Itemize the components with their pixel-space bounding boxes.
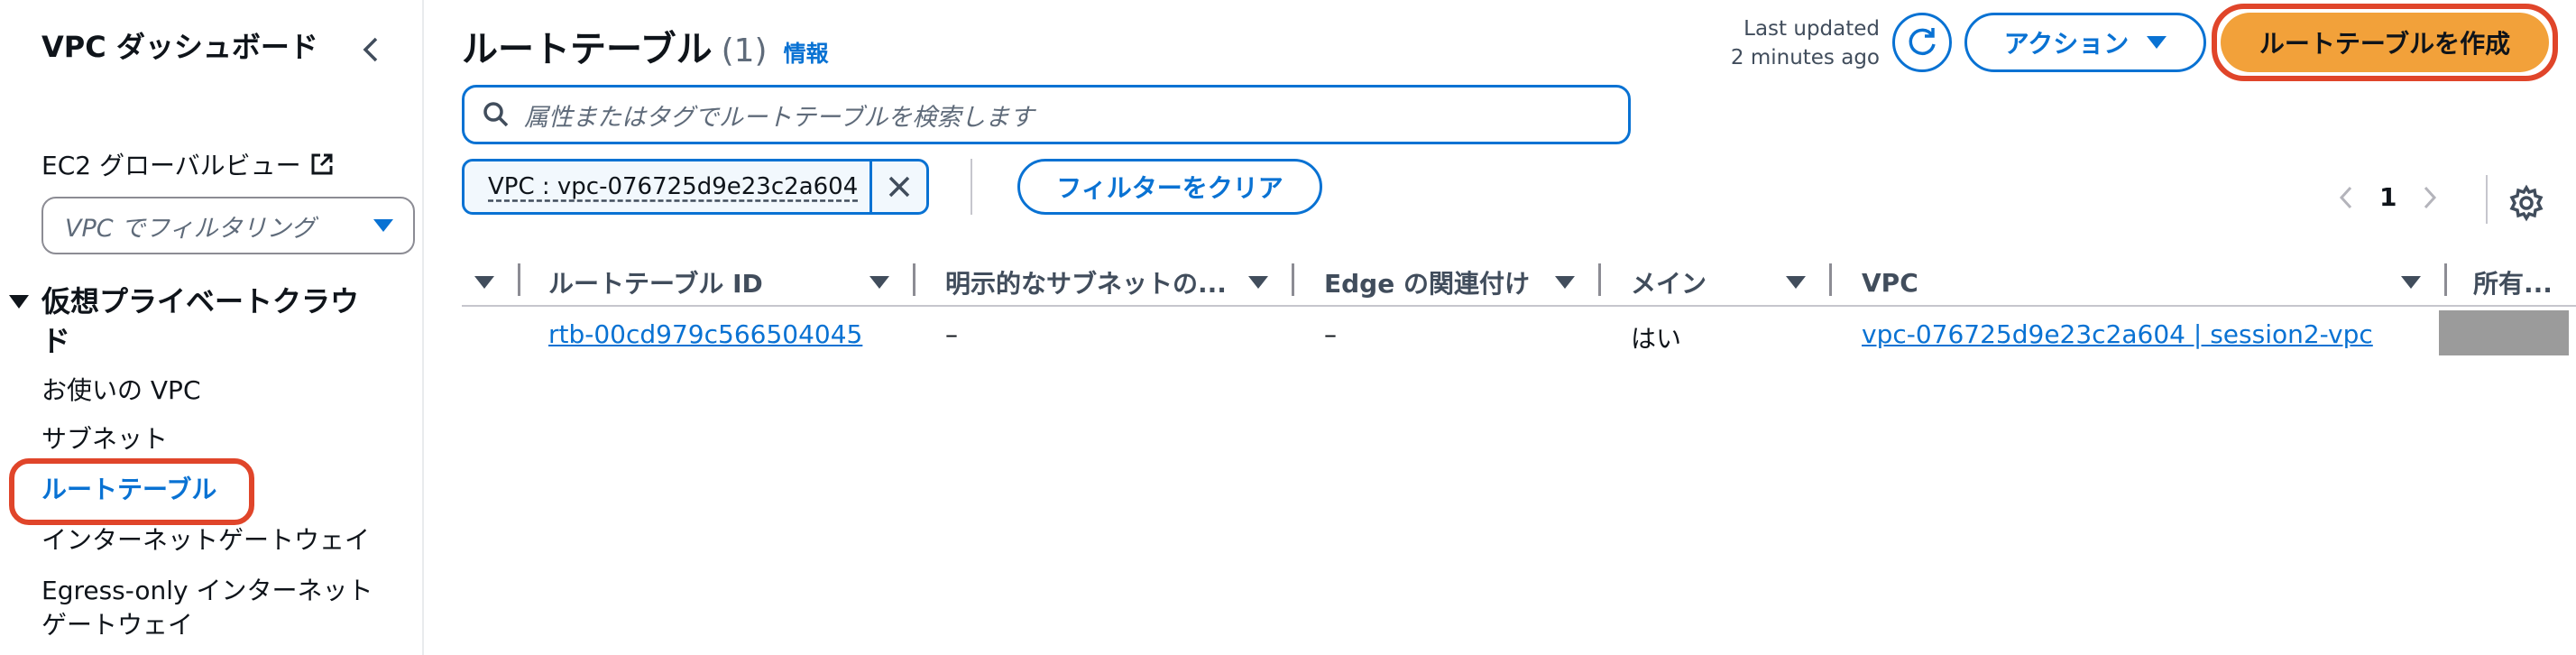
- ec2-global-view-label: EC2 グローバルビュー: [41, 151, 301, 180]
- column-divider: [1829, 263, 1832, 296]
- select-all-caret-icon[interactable]: [474, 276, 494, 289]
- sidebar-item-subnets[interactable]: サブネット: [41, 422, 168, 457]
- page-number[interactable]: 1: [2379, 182, 2397, 212]
- route-table-id-link[interactable]: rtb-00cd979c566504045: [548, 319, 862, 349]
- sidebar-item-internet-gateways[interactable]: インターネットゲートウェイ: [41, 523, 370, 558]
- sidebar-item-your-vpcs[interactable]: お使いの VPC: [41, 374, 201, 408]
- sidebar: VPC ダッシュボード EC2 グローバルビュー VPC でフィルタリング 仮想…: [0, 0, 424, 655]
- highlight-box: [9, 458, 254, 525]
- filter-token[interactable]: VPC : vpc-076725d9e23c2a604: [462, 159, 929, 215]
- column-header-vpc[interactable]: VPC: [1862, 260, 1918, 305]
- sidebar-title[interactable]: VPC ダッシュボード: [41, 27, 330, 67]
- ec2-global-view-link[interactable]: EC2 グローバルビュー: [41, 146, 334, 182]
- divider: [971, 159, 972, 215]
- caret-down-icon: [2147, 36, 2167, 49]
- sort-caret-icon[interactable]: [1786, 276, 1806, 289]
- filter-token-text: VPC : vpc-076725d9e23c2a604: [488, 173, 859, 200]
- page-title: ルートテーブル (1) 情報: [462, 20, 829, 72]
- search-input[interactable]: 属性またはタグでルートテーブルを検索します: [462, 85, 1631, 144]
- search-placeholder: 属性またはタグでルートテーブルを検索します: [524, 103, 1035, 132]
- collapse-sidebar-button[interactable]: [354, 32, 388, 67]
- refresh-button[interactable]: [1892, 13, 1952, 72]
- actions-button[interactable]: アクション: [1964, 13, 2206, 72]
- chevron-left-icon: [363, 37, 378, 62]
- page-title-count: (1): [721, 32, 768, 69]
- column-header-edge-association[interactable]: Edge の関連付け: [1324, 260, 1530, 305]
- clear-filters-label: フィルターをクリア: [1056, 173, 1283, 203]
- sort-caret-icon[interactable]: [1248, 276, 1268, 289]
- column-divider: [1598, 263, 1601, 296]
- remove-filter-button[interactable]: [869, 161, 926, 212]
- external-link-icon: [311, 153, 333, 175]
- sidebar-section-vpc[interactable]: 仮想プライベートクラウド: [7, 281, 368, 361]
- column-header-route-table-id[interactable]: ルートテーブル ID: [548, 260, 763, 305]
- close-icon: [888, 176, 910, 198]
- chevron-left-icon[interactable]: [2338, 185, 2354, 210]
- page-title-text: ルートテーブル: [462, 29, 713, 70]
- column-divider: [1292, 263, 1294, 296]
- sidebar-section-title: 仮想プライベートクラウド: [41, 284, 360, 358]
- gear-icon[interactable]: [2507, 184, 2545, 222]
- main-cell: はい: [1631, 324, 1682, 354]
- caret-down-icon: [373, 219, 393, 232]
- vpc-filter-select[interactable]: VPC でフィルタリング: [41, 197, 415, 254]
- pagination: 1: [2338, 182, 2438, 212]
- column-header-explicit-subnet[interactable]: 明示的なサブネットの...: [945, 260, 1227, 305]
- actions-label: アクション: [2003, 29, 2130, 59]
- vpc-link[interactable]: vpc-076725d9e23c2a604 | session2-vpc: [1862, 319, 2373, 349]
- info-link[interactable]: 情報: [784, 36, 829, 69]
- divider: [2486, 175, 2488, 224]
- redacted-owner-cell: [2439, 310, 2569, 355]
- column-divider: [913, 263, 915, 296]
- column-divider: [518, 263, 520, 296]
- sort-caret-icon[interactable]: [869, 276, 889, 289]
- highlight-box: [2212, 4, 2558, 81]
- column-divider: [2444, 263, 2447, 296]
- search-icon: [483, 102, 509, 127]
- clear-filters-button[interactable]: フィルターをクリア: [1017, 159, 1322, 215]
- refresh-icon: [1909, 28, 1936, 56]
- edge-association-cell: –: [1324, 319, 1337, 349]
- table-header: ルートテーブル ID 明示的なサブネットの... Edge の関連付け メイン …: [462, 260, 2576, 307]
- explicit-subnet-cell: –: [945, 319, 958, 349]
- column-header-owner[interactable]: 所有...: [2473, 260, 2553, 305]
- vpc-filter-placeholder: VPC でフィルタリング: [65, 214, 316, 243]
- sidebar-item-egress-only-igw[interactable]: Egress-only インターネット ゲートウェイ: [41, 574, 373, 642]
- last-updated-text: Last updated 2 minutes ago: [1730, 17, 1880, 69]
- table-row[interactable]: rtb-00cd979c566504045 – – はい vpc-076725d…: [462, 309, 2576, 357]
- sort-caret-icon[interactable]: [2401, 276, 2421, 289]
- sort-caret-icon[interactable]: [1555, 276, 1575, 289]
- column-header-main[interactable]: メイン: [1631, 260, 1707, 305]
- expand-caret-icon: [9, 295, 29, 309]
- chevron-right-icon[interactable]: [2422, 185, 2438, 210]
